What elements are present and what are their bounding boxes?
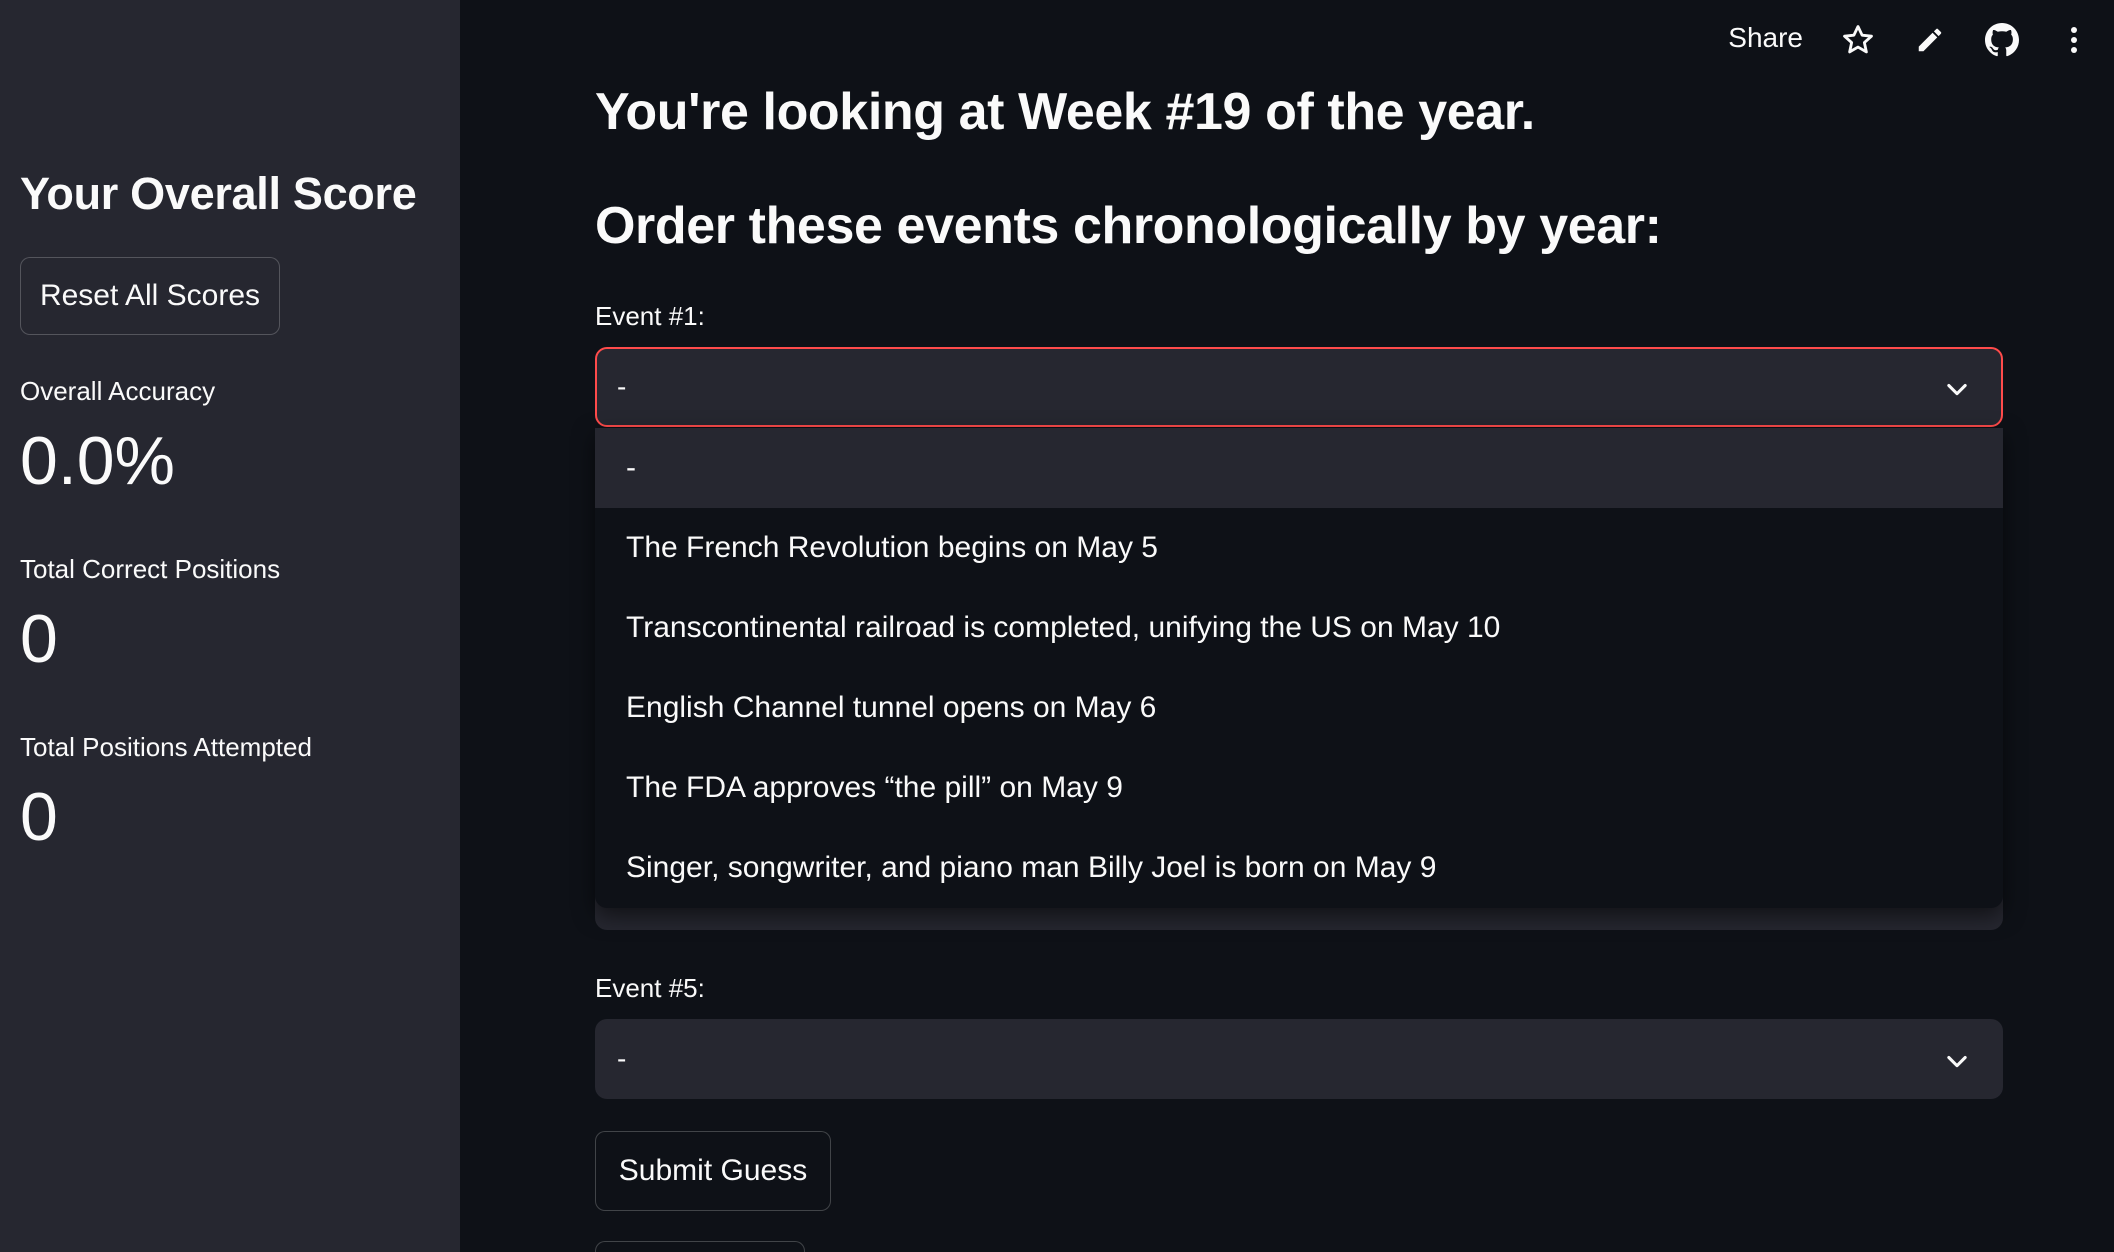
total-positions-attempted-label: Total Positions Attempted (20, 732, 312, 762)
star-icon[interactable] (1838, 20, 1878, 60)
event-5-select-value: - (617, 1043, 627, 1074)
app-root: Your Overall Score Reset All Scores Over… (0, 0, 2114, 1252)
dropdown-option[interactable]: The FDA approves “the pill” on May 9 (595, 748, 2003, 828)
dropdown-option[interactable]: English Channel tunnel opens on May 6 (595, 668, 2003, 748)
overall-accuracy-label: Overall Accuracy (20, 376, 216, 406)
submit-guess-button[interactable]: Submit Guess (595, 1131, 831, 1211)
secondary-button[interactable] (595, 1241, 805, 1252)
pencil-icon[interactable] (1910, 20, 1950, 60)
sidebar-title: Your Overall Score (20, 168, 417, 219)
chevron-down-icon (1947, 1055, 1967, 1068)
total-correct-positions-label: Total Correct Positions (20, 554, 281, 584)
dropdown-option[interactable]: The French Revolution begins on May 5 (595, 508, 2003, 588)
event-1-select-value: - (617, 371, 627, 402)
total-correct-positions-value: 0 (20, 601, 58, 677)
sidebar: Your Overall Score Reset All Scores Over… (0, 0, 460, 1252)
week-heading: You're looking at Week #19 of the year. (595, 83, 1535, 141)
event-5-label: Event #5: (595, 973, 705, 1003)
dropdown-option[interactable]: Singer, songwriter, and piano man Billy … (595, 828, 2003, 908)
chevron-down-icon (1947, 383, 1967, 396)
github-icon[interactable] (1982, 20, 2022, 60)
overall-accuracy-value: 0.0% (20, 423, 175, 499)
share-button[interactable]: Share (1728, 22, 1803, 54)
event-1-dropdown-list: - The French Revolution begins on May 5 … (595, 428, 2003, 908)
event-1-label: Event #1: (595, 301, 705, 331)
more-vertical-icon[interactable] (2054, 20, 2094, 60)
event-1-select[interactable]: - (595, 347, 2003, 427)
event-5-select[interactable]: - (595, 1019, 2003, 1099)
instruction-heading: Order these events chronologically by ye… (595, 197, 1662, 255)
dropdown-option[interactable]: Transcontinental railroad is completed, … (595, 588, 2003, 668)
reset-all-scores-button[interactable]: Reset All Scores (20, 257, 280, 335)
dropdown-option[interactable]: - (595, 428, 2003, 508)
total-positions-attempted-value: 0 (20, 779, 58, 855)
